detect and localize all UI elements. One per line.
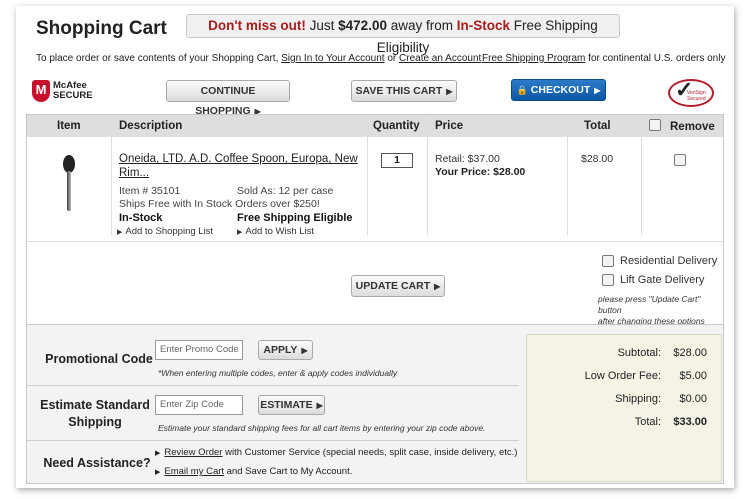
continue-shopping-button[interactable]: CONTINUE SHOPPING ▶ [166, 80, 290, 117]
assistance-label: Need Assistance? [43, 456, 151, 470]
total-label: Total: [634, 416, 661, 428]
col-description: Description [119, 120, 183, 132]
col-item: Item [57, 120, 81, 132]
line-total: $28.00 [581, 153, 614, 165]
remove-item-checkbox[interactable] [674, 154, 686, 166]
free-shipping-program-note: Free Shipping Program for continental U.… [482, 53, 726, 64]
create-account-link[interactable]: Create an Account [399, 53, 481, 64]
subtotal-value: $28.00 [673, 347, 707, 359]
item-number: Item # 35101 [119, 185, 181, 197]
low-order-fee-value: $5.00 [679, 370, 707, 382]
col-remove: Remove [670, 121, 715, 133]
estimate-shipping-label: Estimate Standard Shipping [40, 398, 150, 429]
update-note: please press "Update Cart" button after c… [598, 294, 705, 326]
total-value: $33.00 [673, 416, 707, 428]
low-order-fee-label: Low Order Fee: [584, 370, 661, 382]
arrow-right-icon: ▶ [446, 87, 453, 96]
promo-note: *When entering multiple codes, enter & a… [158, 368, 398, 378]
estimate-button[interactable]: ESTIMATE ▶ [258, 395, 325, 415]
email-cart-link[interactable]: Email my Cart [164, 466, 224, 477]
promo-code-input[interactable]: Enter Promo Code [155, 340, 243, 360]
remove-all-checkbox[interactable] [649, 119, 661, 131]
review-order-link[interactable]: Review Order [164, 447, 222, 458]
arrow-right-icon: ▶ [117, 229, 123, 236]
free-shipping-program-link[interactable]: Free Shipping Program [482, 53, 585, 64]
residential-delivery-checkbox[interactable] [602, 255, 614, 267]
sign-in-prompt: To place order or save contents of your … [36, 53, 482, 64]
cart-panel: Shopping Cart Don't miss out! Just $472.… [16, 6, 734, 488]
subtotal-label: Subtotal: [617, 347, 661, 359]
add-to-wish-list-link[interactable]: ▶ Add to Wish List [237, 226, 314, 237]
promo-code-label: Promotional Code [45, 352, 153, 366]
estimate-note: Estimate your standard shipping fees for… [158, 423, 486, 433]
lift-gate-delivery-checkbox[interactable] [602, 274, 614, 286]
cart-table-header: Item Description Quantity Price Total Re… [27, 115, 723, 137]
arrow-right-icon: ▶ [316, 401, 323, 410]
lift-gate-delivery-label: Lift Gate Delivery [620, 274, 705, 286]
save-cart-button[interactable]: SAVE THIS CART ▶ [351, 80, 457, 102]
sign-in-link[interactable]: Sign In to Your Account [281, 53, 384, 64]
lock-icon: 🔒 [516, 85, 528, 95]
update-cart-button[interactable]: UPDATE CART ▶ [351, 275, 445, 297]
shipping-label: Shipping: [615, 393, 661, 405]
arrow-right-icon: ▶ [434, 282, 441, 291]
shipping-eligibility: Free Shipping Eligible [237, 212, 353, 224]
mcafee-shield-icon: M [32, 80, 50, 102]
apply-button[interactable]: APPLY ▶ [258, 340, 313, 360]
arrow-right-icon: ▶ [155, 469, 161, 476]
page-title: Shopping Cart [36, 18, 167, 39]
stock-status: In-Stock [119, 212, 163, 224]
mcafee-secure-badge[interactable]: M McAfee SECURE [32, 80, 93, 104]
col-quantity: Quantity [373, 120, 420, 132]
residential-delivery-label: Residential Delivery [620, 255, 718, 267]
ships-free-note: Ships Free with In Stock Orders over $25… [119, 198, 320, 210]
arrow-right-icon: ▶ [155, 450, 161, 457]
zip-code-input[interactable]: Enter Zip Code [155, 395, 243, 415]
checkout-button[interactable]: 🔒 CHECKOUT ▶ [511, 79, 606, 101]
order-totals: Subtotal: $28.00 Low Order Fee: $5.00 Sh… [526, 334, 722, 482]
your-price: Your Price: $28.00 [435, 166, 526, 178]
sold-as: Sold As: 12 per case [237, 185, 334, 197]
shipping-value: $0.00 [679, 393, 707, 405]
product-name-link[interactable]: Oneida, LTD. A.D. Coffee Spoon, Europa, … [119, 152, 358, 180]
col-total: Total [584, 120, 611, 132]
arrow-right-icon: ▶ [301, 346, 308, 355]
arrow-right-icon: ▶ [594, 86, 601, 95]
add-to-shopping-list-link[interactable]: ▶ Add to Shopping List [117, 226, 213, 237]
verisign-secured-badge[interactable]: ✓ VeriSign Secured [668, 77, 714, 107]
arrow-right-icon: ▶ [237, 229, 243, 236]
retail-price: Retail: $37.00 [435, 153, 500, 165]
free-shipping-banner: Don't miss out! Just $472.00 away from I… [186, 14, 620, 55]
review-order-line: ▶ Review Order with Customer Service (spe… [155, 447, 518, 458]
email-cart-line: ▶ Email my Cart and Save Cart to My Accou… [155, 466, 353, 477]
cart-table: Item Description Quantity Price Total Re… [26, 114, 724, 326]
col-price: Price [435, 120, 464, 132]
quantity-input[interactable]: 1 [381, 153, 413, 168]
